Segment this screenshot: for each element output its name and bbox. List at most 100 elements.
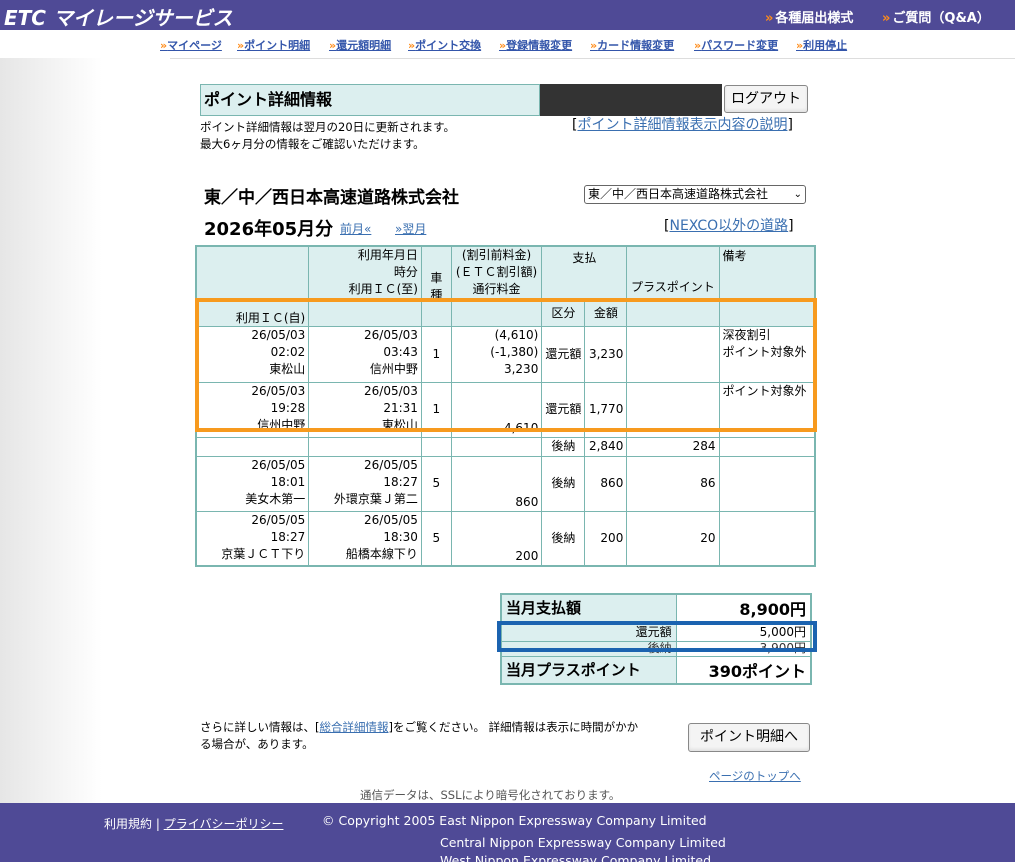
other-roads-wrapper: [NEXCO以外の道路] [664, 218, 794, 234]
cell-fee: 860 [450, 455, 543, 512]
table-row: 26/05/05 18:01 美女木第一 26/05/05 18:27 外環京葉Ｊ第二 … [195, 455, 816, 512]
company-name: 東／中／西日本高速道路株式会社 [204, 188, 459, 208]
nav-item-stop-use[interactable]: »利用停止 [796, 37, 847, 53]
cell-amount: 1,770 [584, 381, 628, 438]
nav-item-refund-detail[interactable]: »還元額明細 [329, 37, 391, 53]
cell-remarks: ポイント対象外 [718, 381, 816, 438]
header-remarks: 備考 [718, 245, 816, 327]
cell-from: 26/05/05 18:27 京葉ＪＣＴ下り [195, 510, 310, 567]
summary-table: 当月支払額 8,900円 還元額 5,000円 後納 3,900円 当月プラスポ… [500, 593, 812, 685]
cell-kind: 後納 [541, 455, 586, 512]
cell-car: 1 [420, 381, 452, 438]
cell-from: 26/05/03 02:02 東松山 [195, 325, 310, 383]
header-ic-from: 利用ＩＣ(自) [195, 245, 310, 327]
more-info-note: さらに詳しい情報は、[総合詳細情報]をご覧ください。 詳細情報は表示に時間がかか… [200, 720, 639, 751]
cell-fee: 200 [450, 510, 543, 567]
nav-item-password[interactable]: »パスワード変更 [694, 37, 778, 53]
cell-remarks: 深夜割引 ポイント対象外 [718, 325, 816, 383]
usage-table: 利用ＩＣ(自) 利用年月日 時分 利用ＩＣ(至) 車種 (割引前料金) (ＥＴＣ割引額… [195, 245, 816, 567]
cell-fee: (4,610) (-1,380) 3,230 [450, 325, 543, 383]
company-select[interactable]: 東／中／西日本高速道路株式会社 ⌄ [584, 185, 806, 204]
summary-refund-label: 還元額 [500, 620, 677, 642]
header-pay-amount: 金額 [584, 297, 628, 327]
cell-remarks [718, 455, 816, 512]
cell-amount: 860 [584, 455, 628, 512]
ssl-note: 通信データは、SSLにより暗号化されております。 [360, 788, 621, 802]
cell-car: 5 [420, 455, 452, 512]
site-footer: 利用規約 | プライバシーポリシー © Copyright 2005 East … [0, 803, 1015, 868]
summary-deferred-value: 3,900円 [675, 640, 812, 657]
terms-link[interactable]: 利用規約 [104, 817, 152, 831]
nav-item-mypage[interactable]: »マイページ [160, 37, 222, 53]
cell-point [626, 381, 720, 438]
header-link-forms[interactable]: » 各種届出様式 [765, 7, 853, 26]
cell-from: 26/05/05 18:01 美女木第一 [195, 455, 310, 512]
explain-link-wrapper: [ポイント詳細情報表示内容の説明] [572, 117, 793, 133]
cell-to: 26/05/03 21:31 東松山 [308, 381, 422, 438]
header-plus-point: プラスポイント [626, 245, 720, 327]
cell-kind: 還元額 [541, 325, 586, 383]
prev-month-link[interactable]: 前月« [340, 220, 371, 237]
next-month-link[interactable]: »翌月 [395, 220, 426, 237]
cell-point: 20 [626, 510, 720, 567]
explain-link[interactable]: ポイント詳細情報表示内容の説明 [577, 117, 787, 133]
cell-empty [718, 436, 816, 457]
cell-from: 26/05/03 19:28 信州中野 [195, 381, 310, 438]
table-row: 26/05/03 19:28 信州中野 26/05/03 21:31 東松山 1 4,6… [195, 381, 816, 438]
cell-car: 1 [420, 325, 452, 383]
logout-button[interactable]: ログアウト [724, 85, 808, 113]
site-logo[interactable]: ETC マイレージサービス [4, 2, 233, 31]
cell-to: 26/05/05 18:27 外環京葉Ｊ第二 [308, 455, 422, 512]
nav-item-registration[interactable]: »登録情報変更 [499, 37, 572, 53]
header-date-ic-to: 利用年月日 時分 利用ＩＣ(至) [308, 245, 422, 327]
header-fee: (割引前料金) (ＥＴＣ割引額) 通行料金 [450, 245, 543, 327]
chevron-down-icon: ⌄ [793, 189, 802, 200]
summary-points-label: 当月プラスポイント [500, 655, 677, 685]
cell-kind: 後納 [541, 510, 586, 567]
header-car-type: 車種 [420, 245, 452, 327]
main-nav: »マイページ »ポイント明細 »還元額明細 »ポイント交換 »登録情報変更 »カ… [0, 30, 1015, 59]
cell-kind: 還元額 [541, 381, 586, 438]
cell-empty [308, 436, 422, 457]
cell-point: 284 [626, 436, 720, 457]
cell-amount: 2,840 [584, 436, 628, 457]
nav-item-point-detail[interactable]: »ポイント明細 [237, 37, 310, 53]
cell-point [626, 325, 720, 383]
nav-item-point-exchange[interactable]: »ポイント交換 [408, 37, 481, 53]
point-detail-button[interactable]: ポイント明細へ [688, 723, 810, 752]
cell-empty [195, 436, 310, 457]
nav-item-card-info[interactable]: »カード情報変更 [590, 37, 674, 53]
footer-links: 利用規約 | プライバシーポリシー [104, 817, 284, 831]
site-header: ETC マイレージサービス » 各種届出様式 » ご質問（Q&A） [0, 0, 1015, 30]
cell-empty [420, 436, 452, 457]
summary-refund-value: 5,000円 [675, 620, 812, 642]
arrow-icon: » [765, 11, 774, 26]
cell-to: 26/05/05 18:30 船橋本線下り [308, 510, 422, 567]
cell-remarks [718, 510, 816, 567]
header-payment: 支払 [541, 245, 628, 299]
summary-total-label: 当月支払額 [500, 593, 677, 622]
cell-empty [450, 436, 543, 457]
copyright-2: Central Nippon Expressway Company Limite… [440, 835, 726, 850]
cell-car: 5 [420, 510, 452, 567]
table-row: 26/05/03 02:02 東松山 26/05/03 03:43 信州中野 1 (4,… [195, 325, 816, 383]
update-note: ポイント詳細情報は翌月の20日に更新されます。 最大6ヶ月分の情報をご確認いただ… [200, 120, 455, 151]
arrow-icon: » [882, 11, 891, 26]
copyright-1: © Copyright 2005 East Nippon Expressway … [322, 813, 707, 828]
left-gutter [0, 58, 170, 803]
summary-detail-link[interactable]: 総合詳細情報 [320, 720, 389, 734]
cell-kind: 後納 [541, 436, 586, 457]
copyright-3: West Nippon Expressway Company Limited [440, 853, 712, 868]
cell-to: 26/05/03 03:43 信州中野 [308, 325, 422, 383]
redacted-user-name [540, 84, 722, 116]
month-heading: 2026年05月分 [204, 219, 334, 240]
page-top-link[interactable]: ページのトップへ [709, 768, 801, 785]
table-row-subtotal: 後納 2,840 284 [195, 436, 816, 457]
table-row: 26/05/05 18:27 京葉ＪＣＴ下り 26/05/05 18:30 船橋本線下り… [195, 510, 816, 567]
page-title: ポイント詳細情報 [200, 84, 540, 116]
cell-amount: 200 [584, 510, 628, 567]
header-link-faq[interactable]: » ご質問（Q&A） [882, 7, 990, 26]
privacy-link[interactable]: プライバシーポリシー [164, 817, 284, 831]
cell-point: 86 [626, 455, 720, 512]
other-roads-link[interactable]: NEXCO以外の道路 [669, 218, 788, 234]
